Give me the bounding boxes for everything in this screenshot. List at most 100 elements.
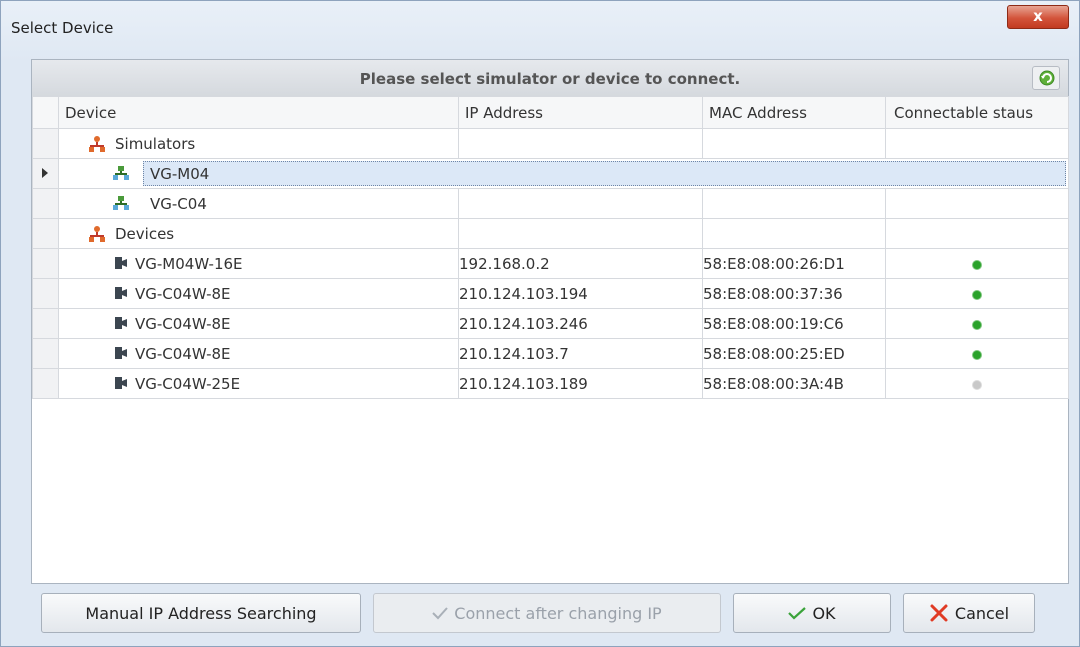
device-table: Device IP Address MAC Address Connectabl… xyxy=(32,96,1069,399)
mac-cell xyxy=(702,188,886,219)
status-cell xyxy=(885,338,1069,369)
status-connectable-icon xyxy=(973,260,981,269)
table-row[interactable]: Simulators xyxy=(32,128,1069,159)
row-header[interactable] xyxy=(32,308,59,339)
simulator-name: VG-M04 xyxy=(150,165,210,183)
status-connectable-icon xyxy=(973,320,981,329)
checkmark-icon xyxy=(788,607,807,620)
cancel-label: Cancel xyxy=(954,603,1010,623)
device-name: VG-M04W-16E xyxy=(135,255,243,273)
selection-highlight xyxy=(143,161,1066,186)
manual-ip-search-label: Manual IP Address Searching xyxy=(85,603,317,623)
ip-cell: 192.168.0.2 xyxy=(458,248,703,279)
title-bar[interactable]: Select Device x xyxy=(1,1,1079,45)
mac-cell xyxy=(702,128,886,159)
column-header-status[interactable]: Connectable staus xyxy=(885,96,1069,129)
camera-device-icon xyxy=(115,377,127,389)
status-cell xyxy=(885,248,1069,279)
status-connectable-icon xyxy=(973,350,981,359)
column-header-device[interactable]: Device xyxy=(58,96,459,129)
simulator-node-icon xyxy=(113,196,129,210)
device-cell[interactable]: VG-C04W-25E xyxy=(58,368,459,399)
ok-label: OK xyxy=(812,603,836,623)
cancel-x-icon xyxy=(930,604,948,622)
ok-button[interactable]: OK xyxy=(733,593,891,633)
checkmark-icon xyxy=(432,607,449,620)
table-row[interactable]: VG-C04W-8E 210.124.103.7 58:E8:08:00:25:… xyxy=(32,338,1069,369)
column-header-mac[interactable]: MAC Address xyxy=(702,96,886,129)
prompt-header: Please select simulator or device to con… xyxy=(32,60,1068,97)
device-name: VG-C04W-8E xyxy=(135,285,231,303)
ip-cell xyxy=(458,128,703,159)
network-group-icon xyxy=(89,136,105,152)
mac-cell: 58:E8:08:00:26:D1 xyxy=(702,248,886,279)
prompt-text: Please select simulator or device to con… xyxy=(359,70,741,88)
mac-cell: 58:E8:08:00:3A:4B xyxy=(702,368,886,399)
close-button[interactable]: x xyxy=(1007,5,1069,29)
device-cell[interactable]: VG-M04W-16E xyxy=(58,248,459,279)
device-name: VG-C04W-8E xyxy=(135,345,231,363)
row-header[interactable] xyxy=(32,278,59,309)
camera-device-icon xyxy=(115,287,127,299)
table-row[interactable]: VG-C04W-8E 210.124.103.246 58:E8:08:00:1… xyxy=(32,308,1069,339)
row-header[interactable] xyxy=(32,128,59,159)
camera-device-icon xyxy=(115,317,127,329)
simulator-name: VG-C04 xyxy=(150,195,207,213)
mac-cell: 58:E8:08:00:25:ED xyxy=(702,338,886,369)
ip-cell: 210.124.103.189 xyxy=(458,368,703,399)
table-row[interactable]: VG-M04W-16E 192.168.0.2 58:E8:08:00:26:D… xyxy=(32,248,1069,279)
ip-cell xyxy=(458,188,703,219)
mac-cell xyxy=(702,218,886,249)
table-row-selected[interactable]: VG-M04 xyxy=(32,158,1069,189)
row-header[interactable] xyxy=(32,218,59,249)
status-cell xyxy=(885,368,1069,399)
network-group-icon xyxy=(89,226,105,242)
row-header[interactable] xyxy=(32,338,59,369)
mac-cell: 58:E8:08:00:19:C6 xyxy=(702,308,886,339)
group-label-devices: Devices xyxy=(115,225,175,243)
table-row[interactable]: VG-C04 xyxy=(32,188,1069,219)
camera-device-icon xyxy=(115,257,127,269)
row-header[interactable] xyxy=(32,158,59,189)
manual-ip-search-button[interactable]: Manual IP Address Searching xyxy=(41,593,361,633)
device-cell[interactable]: VG-C04W-8E xyxy=(58,278,459,309)
device-cell[interactable]: Devices xyxy=(58,218,459,249)
row-header-corner xyxy=(32,96,59,129)
ip-cell: 210.124.103.7 xyxy=(458,338,703,369)
ip-cell: 210.124.103.194 xyxy=(458,278,703,309)
table-row[interactable]: VG-C04W-8E 210.124.103.194 58:E8:08:00:3… xyxy=(32,278,1069,309)
device-name: VG-C04W-8E xyxy=(135,315,231,333)
cancel-button[interactable]: Cancel xyxy=(903,593,1035,633)
row-header[interactable] xyxy=(32,188,59,219)
column-header-ip[interactable]: IP Address xyxy=(458,96,703,129)
status-connectable-icon xyxy=(973,290,981,299)
status-not-connectable-icon xyxy=(973,380,981,389)
ip-cell xyxy=(458,218,703,249)
simulator-node-icon xyxy=(113,166,129,180)
connect-after-changing-ip-button[interactable]: Connect after changing IP xyxy=(373,593,721,633)
camera-device-icon xyxy=(115,347,127,359)
status-cell xyxy=(885,308,1069,339)
window-title: Select Device xyxy=(11,19,114,37)
table-header-row: Device IP Address MAC Address Connectabl… xyxy=(32,96,1069,129)
device-cell[interactable]: VG-C04W-8E xyxy=(58,308,459,339)
row-header[interactable] xyxy=(32,368,59,399)
device-cell-selected[interactable]: VG-M04 xyxy=(58,158,1069,189)
device-cell[interactable]: VG-C04 xyxy=(58,188,459,219)
device-name: VG-C04W-25E xyxy=(135,375,241,393)
status-cell xyxy=(885,128,1069,159)
current-row-indicator-icon xyxy=(42,168,48,178)
device-list-panel: Please select simulator or device to con… xyxy=(31,59,1069,584)
ip-cell: 210.124.103.246 xyxy=(458,308,703,339)
refresh-button[interactable] xyxy=(1032,66,1060,90)
table-row[interactable]: VG-C04W-25E 210.124.103.189 58:E8:08:00:… xyxy=(32,368,1069,399)
status-cell xyxy=(885,218,1069,249)
refresh-icon xyxy=(1039,70,1055,86)
device-cell[interactable]: Simulators xyxy=(58,128,459,159)
connect-after-changing-ip-label: Connect after changing IP xyxy=(454,603,662,623)
group-label-simulators: Simulators xyxy=(115,135,196,153)
status-cell xyxy=(885,188,1069,219)
row-header[interactable] xyxy=(32,248,59,279)
table-row[interactable]: Devices xyxy=(32,218,1069,249)
device-cell[interactable]: VG-C04W-8E xyxy=(58,338,459,369)
